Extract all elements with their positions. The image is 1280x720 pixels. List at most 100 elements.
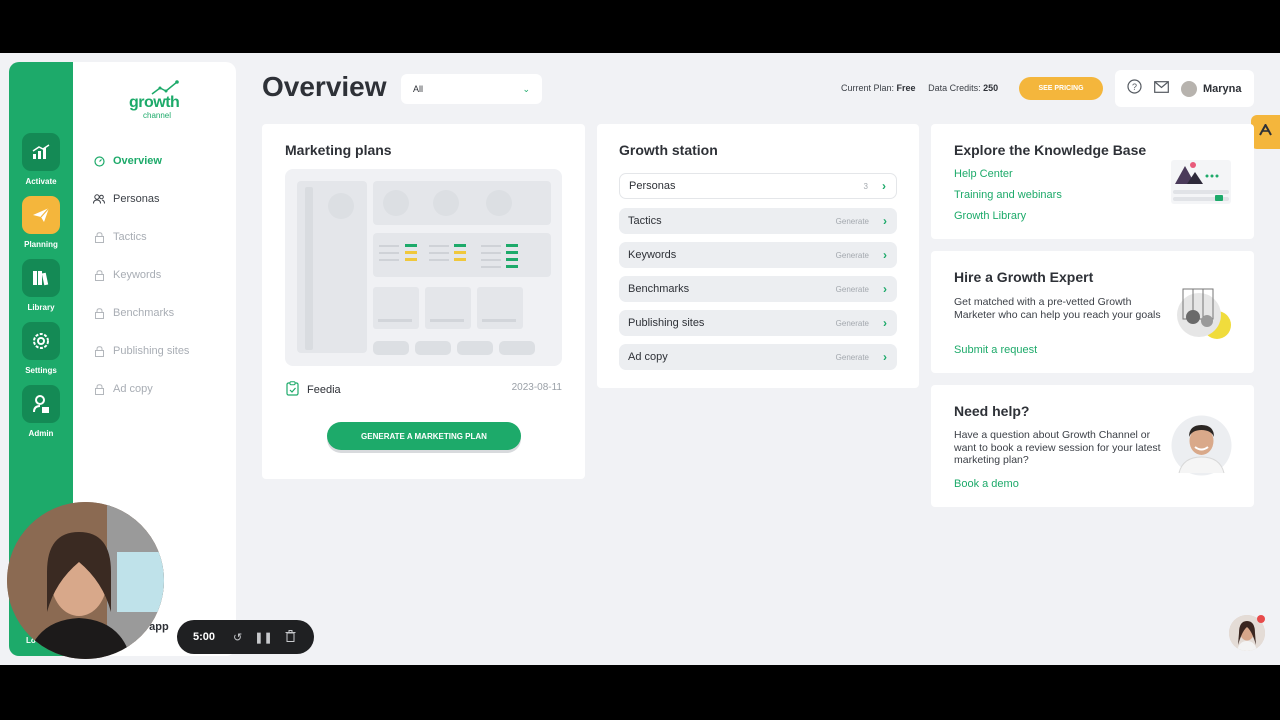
growth-station-row-personas[interactable]: Personas 3 › [619,173,897,199]
chevron-right-icon: › [882,179,886,193]
chevron-right-icon: › [883,350,887,364]
rail-item-activate[interactable]: Activate [9,133,73,186]
support-agent-photo [1171,415,1232,476]
mail-icon[interactable] [1154,80,1169,98]
growth-station-row-publishing-sites[interactable]: Publishing sites Generate › [619,310,897,336]
card-description: Have a question about Growth Channel or … [954,429,1161,466]
training-webinars-link[interactable]: Training and webinars [954,189,1062,201]
sidebar-item-label: Overview [113,155,162,167]
sidebar-item-label: Personas [113,193,160,205]
brand-mark-icon [1259,122,1272,141]
books-icon [22,259,60,297]
plan-date: 2023-08-11 [511,382,562,393]
feedback-tab[interactable] [1251,115,1280,149]
marketing-plan-item[interactable]: Feedia [286,381,341,399]
sidebar-item-overview[interactable]: Overview [93,151,162,171]
card-title: Need help? [954,403,1030,419]
knowledge-illustration [1171,160,1231,204]
book-demo-link[interactable]: Book a demo [954,478,1019,490]
chevron-down-icon: ⌄ [522,83,530,94]
rail-label: Admin [28,429,54,438]
chevron-right-icon: › [883,214,887,228]
chevron-right-icon: › [883,248,887,262]
sidebar-item-personas[interactable]: Personas [93,189,159,209]
notification-badge [1257,615,1265,623]
lock-icon [93,269,105,281]
logo-subtext: channel [143,111,172,120]
card-title: Growth station [619,142,718,158]
logo-wordmark: growth [129,94,180,111]
growth-station-row-benchmarks[interactable]: Benchmarks Generate › [619,276,897,302]
credits-value: 250 [983,83,999,93]
current-plan-label: Current Plan: [841,83,895,93]
avatar[interactable] [1181,80,1197,97]
hire-expert-card: Hire a Growth Expert Get matched with a … [931,251,1254,373]
sidebar-item-benchmarks[interactable]: Benchmarks [93,303,174,323]
sidebar-item-label: Benchmarks [113,307,175,319]
lock-icon [93,231,105,243]
row-label: Personas [629,180,676,192]
growth-channel-logo[interactable]: growth channel [129,80,189,120]
row-action: Generate [835,318,869,328]
card-title: Explore the Knowledge Base [954,142,1147,158]
paper-plane-icon [22,196,60,234]
plan-info: Current Plan: Free Data Credits: 250 [841,83,998,93]
rail-item-planning[interactable]: Planning [9,196,73,249]
user-lock-icon [22,385,60,423]
help-icon[interactable]: ? [1127,78,1142,99]
rail-label: Activate [25,177,57,186]
credits-label: Data Credits: [928,83,981,93]
trash-icon[interactable] [285,629,296,645]
knowledge-base-card: Explore the Knowledge Base Help Center T… [931,124,1254,239]
see-pricing-button[interactable]: SEE PRICING [1019,77,1103,100]
row-label: Ad copy [628,351,668,363]
sidebar-item-keywords[interactable]: Keywords [93,265,161,285]
row-label: Keywords [628,249,677,261]
user-name[interactable]: Maryna [1203,83,1242,95]
need-help-card: Need help? Have a question about Growth … [931,385,1254,507]
overview-filter-select[interactable]: All ⌄ [401,74,542,104]
card-title: Hire a Growth Expert [954,269,1094,285]
generate-marketing-plan-button[interactable]: GENERATE A MARKETING PLAN [327,422,521,450]
row-label: Tactics [628,215,662,227]
users-icon [93,193,105,205]
marketing-plan-illustration [285,169,562,366]
sidebar-item-label: Tactics [113,231,147,243]
pause-icon[interactable]: ❚❚ [254,631,272,644]
sidebar-item-publishing-sites[interactable]: Publishing sites [93,341,189,361]
growth-station-row-ad-copy[interactable]: Ad copy Generate › [619,344,897,370]
expert-illustration [1177,288,1231,339]
row-action: Generate [835,352,869,362]
sidebar-item-ad-copy[interactable]: Ad copy [93,379,153,399]
chevron-right-icon: › [883,316,887,330]
card-description: Get matched with a pre-vetted Growth Mar… [954,296,1161,321]
row-count: 3 [863,181,868,191]
submit-request-link[interactable]: Submit a request [954,344,1037,356]
chart-icon [22,133,60,171]
row-label: Publishing sites [628,317,705,329]
current-plan-value: Free [896,83,916,93]
webcam-overlay [7,502,164,659]
rail-item-library[interactable]: Library [9,259,73,312]
sidebar-item-label: Publishing sites [113,345,190,357]
sidebar-item-label: Ad copy [113,383,153,395]
card-title: Marketing plans [285,142,392,158]
filter-value: All [413,84,424,94]
growth-library-link[interactable]: Growth Library [954,210,1026,222]
rail-item-settings[interactable]: Settings [9,322,73,375]
sidebar-item-tactics[interactable]: Tactics [93,227,147,247]
chevron-right-icon: › [883,282,887,296]
row-action: Generate [835,250,869,260]
sidebar-item-label: Keywords [113,269,162,281]
user-toolbar: ? Maryna [1115,70,1254,107]
rail-item-admin[interactable]: Admin [9,385,73,438]
row-action: Generate [835,216,869,226]
growth-station-row-tactics[interactable]: Tactics Generate › [619,208,897,234]
restart-icon[interactable]: ↺ [233,631,242,644]
growth-station-row-keywords[interactable]: Keywords Generate › [619,242,897,268]
plan-name: Feedia [307,384,341,396]
svg-text:?: ? [1132,82,1137,92]
help-center-link[interactable]: Help Center [954,168,1013,180]
rail-label: Planning [24,240,58,249]
document-check-icon [286,381,299,399]
